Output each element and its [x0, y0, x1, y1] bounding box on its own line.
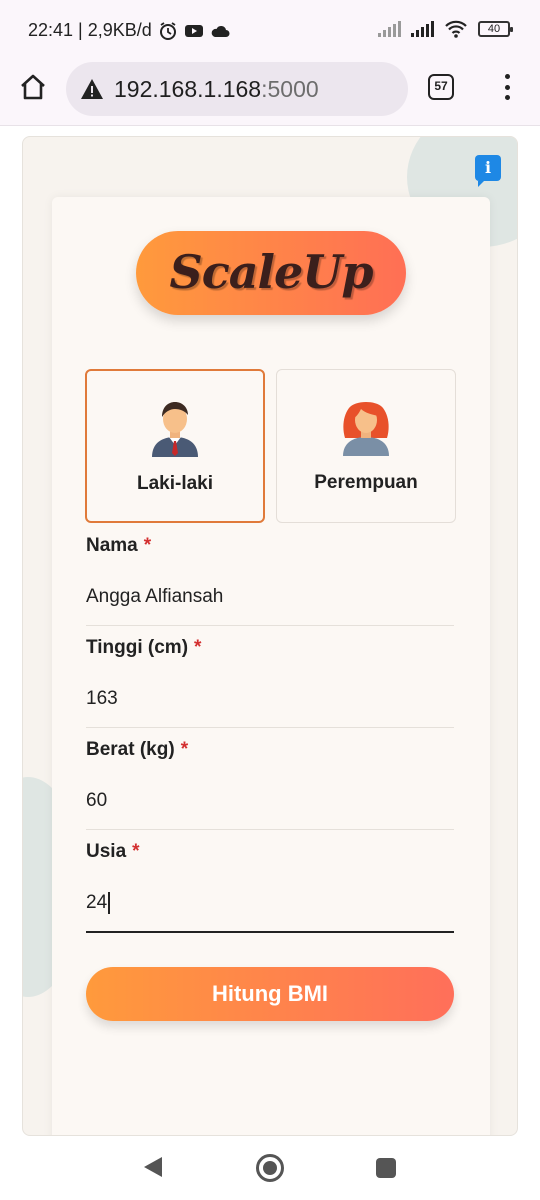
gender-option-female[interactable]: Perempuan [276, 369, 456, 523]
age-value: 24 [86, 892, 108, 913]
status-time: 22:41 | 2,9KB/d [28, 20, 152, 40]
more-menu-icon[interactable] [502, 74, 512, 100]
status-left: 22:41 | 2,9KB/d [28, 20, 230, 41]
field-label: Berat (kg) * [86, 739, 454, 761]
height-label: Tinggi (cm) [86, 637, 189, 658]
field-underline [86, 931, 454, 933]
home-icon[interactable] [18, 72, 48, 102]
field-underline [86, 727, 454, 728]
signal-2-icon [411, 21, 434, 37]
field-label: Tinggi (cm) * [86, 637, 454, 659]
age-label: Usia [86, 841, 127, 862]
url-host: 192.168.1.168 [114, 75, 262, 102]
field-label: Nama * [86, 535, 454, 557]
tab-switcher-button[interactable]: 57 [428, 74, 454, 100]
system-nav-bar [0, 1136, 540, 1200]
logo-text: ScaleUp [169, 245, 373, 299]
age-field[interactable]: Usia * 24 [86, 841, 454, 933]
form-card: ScaleUp Laki-laki Perempuan Nama * Angga… [52, 197, 490, 1135]
required-mark: * [132, 841, 140, 862]
cloud-icon [211, 25, 230, 37]
recents-icon[interactable] [376, 1158, 396, 1178]
gender-option-male[interactable]: Laki-laki [85, 369, 265, 523]
signal-1-icon [378, 21, 401, 37]
male-avatar-icon [152, 402, 198, 457]
female-avatar-icon [343, 402, 389, 456]
browser-toolbar: 192.168.1.168:5000 57 [0, 58, 540, 126]
battery-icon: 40 [478, 21, 513, 37]
name-input[interactable]: Angga Alfiansah [86, 583, 454, 611]
status-right: 40 [378, 20, 513, 38]
info-icon[interactable]: i [475, 155, 501, 187]
field-underline [86, 625, 454, 626]
name-field[interactable]: Nama * Angga Alfiansah [86, 535, 454, 626]
name-label: Nama [86, 535, 138, 556]
url-port: :5000 [261, 75, 319, 102]
warning-icon[interactable] [80, 78, 104, 100]
age-input[interactable]: 24 [86, 889, 454, 917]
text-caret [108, 891, 110, 914]
web-page: i ScaleUp Laki-laki Perempuan Nama * Ang… [22, 136, 518, 1136]
url-text[interactable]: 192.168.1.168:5000 [114, 76, 319, 103]
weight-input[interactable]: 60 [86, 787, 454, 815]
back-icon[interactable] [144, 1157, 162, 1177]
app-logo: ScaleUp [136, 231, 406, 315]
gender-label-female: Perempuan [314, 472, 418, 493]
home-circle-icon[interactable] [256, 1154, 284, 1182]
required-mark: * [180, 739, 189, 760]
alarm-icon [159, 21, 176, 40]
address-bar[interactable]: 192.168.1.168:5000 [66, 62, 408, 116]
wifi-icon [445, 20, 467, 38]
weight-field[interactable]: Berat (kg) * 60 [86, 739, 454, 830]
weight-label: Berat (kg) [86, 739, 175, 760]
status-bar: 22:41 | 2,9KB/d 40 [0, 0, 540, 58]
calculate-bmi-button[interactable]: Hitung BMI [86, 967, 454, 1021]
required-mark: * [143, 535, 152, 556]
height-field[interactable]: Tinggi (cm) * 163 [86, 637, 454, 728]
youtube-icon [184, 24, 203, 37]
field-label: Usia * [86, 841, 454, 863]
height-input[interactable]: 163 [86, 685, 454, 713]
gender-label-male: Laki-laki [136, 473, 214, 494]
field-underline [86, 829, 454, 830]
required-mark: * [194, 637, 202, 658]
